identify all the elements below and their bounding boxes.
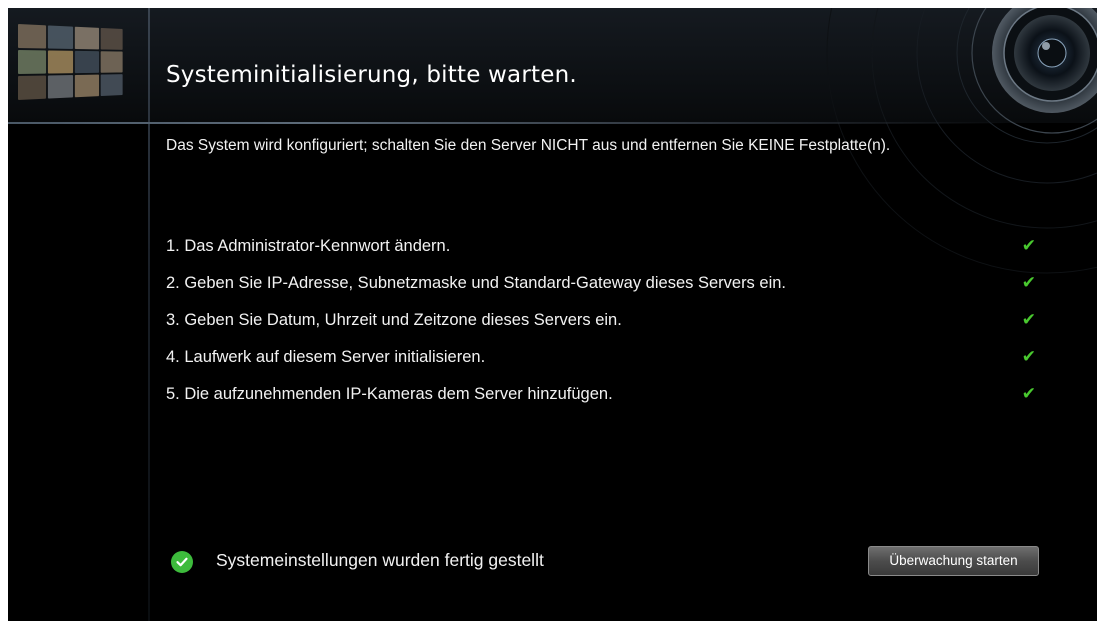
warning-notice: Das System wird konfiguriert; schalten S… [166, 137, 891, 154]
step-label: 2. Geben Sie IP-Adresse, Subnetzmaske un… [166, 274, 786, 292]
step-label: 1. Das Administrator-Kennwort ändern. [166, 237, 451, 255]
sidebar-divider [148, 8, 150, 621]
camera-thumbnails-logo [18, 24, 123, 100]
step-label: 3. Geben Sie Datum, Uhrzeit und Zeitzone… [166, 311, 622, 329]
list-item: 1. Das Administrator-Kennwort ändern. ✔ [166, 230, 1036, 267]
checkmark-icon: ✔ [1021, 236, 1036, 256]
list-item: 3. Geben Sie Datum, Uhrzeit und Zeitzone… [166, 304, 1036, 341]
list-item: 5. Die aufzunehmenden IP-Kameras dem Ser… [166, 378, 1036, 415]
start-monitoring-button[interactable]: Überwachung starten [868, 546, 1039, 576]
checkmark-icon: ✔ [1021, 273, 1036, 293]
step-label: 5. Die aufzunehmenden IP-Kameras dem Ser… [166, 385, 613, 403]
list-item: 2. Geben Sie IP-Adresse, Subnetzmaske un… [166, 267, 1036, 304]
setup-screen: Systeminitialisierung, bitte warten. Das… [8, 8, 1097, 621]
checkmark-icon: ✔ [1021, 347, 1036, 367]
checkmark-icon: ✔ [1021, 310, 1036, 330]
checkmark-icon: ✔ [1021, 384, 1036, 404]
page-title: Systeminitialisierung, bitte warten. [166, 62, 577, 88]
setup-steps-list: 1. Das Administrator-Kennwort ändern. ✔ … [166, 230, 1036, 415]
step-label: 4. Laufwerk auf diesem Server initialisi… [166, 348, 486, 366]
status-text: Systemeinstellungen wurden fertig gestel… [216, 550, 544, 570]
header-divider [8, 122, 1008, 124]
camera-lens-icon [971, 8, 1097, 134]
list-item: 4. Laufwerk auf diesem Server initialisi… [166, 341, 1036, 378]
check-circle-icon [171, 551, 193, 573]
